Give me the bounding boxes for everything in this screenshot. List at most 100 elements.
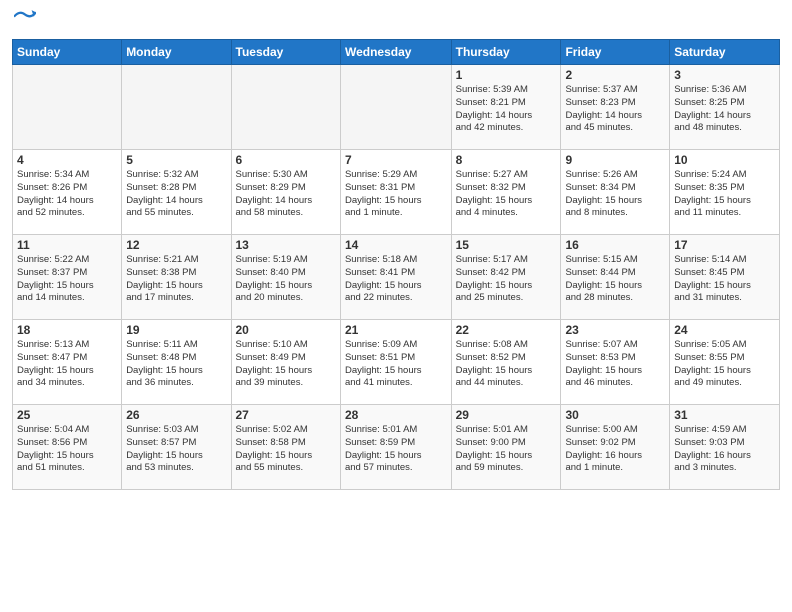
day-info: Sunrise: 5:18 AM Sunset: 8:41 PM Dayligh… bbox=[345, 254, 447, 305]
day-number: 29 bbox=[456, 408, 557, 422]
day-info: Sunrise: 5:14 AM Sunset: 8:45 PM Dayligh… bbox=[674, 254, 775, 305]
calendar-cell bbox=[231, 65, 340, 150]
day-number: 21 bbox=[345, 323, 447, 337]
day-number: 17 bbox=[674, 238, 775, 252]
day-info: Sunrise: 5:29 AM Sunset: 8:31 PM Dayligh… bbox=[345, 169, 447, 220]
calendar-cell: 19Sunrise: 5:11 AM Sunset: 8:48 PM Dayli… bbox=[122, 320, 231, 405]
calendar-week-2: 4 Sunrise: 5:34 AM Sunset: 8:26 PM Daylig… bbox=[13, 150, 780, 235]
calendar-cell: 26 Sunrise: 5:03 AM Sunset: 8:57 PM Dayli… bbox=[122, 405, 231, 490]
day-header-thursday: Thursday bbox=[451, 40, 561, 65]
calendar-table: SundayMondayTuesdayWednesdayThursdayFrid… bbox=[12, 39, 780, 490]
day-info: Sunrise: 5:10 AM Sunset: 8:49 PM Dayligh… bbox=[236, 339, 336, 390]
day-number: 15 bbox=[456, 238, 557, 252]
day-info: Sunrise: 5:34 AM Sunset: 8:26 PM Dayligh… bbox=[17, 169, 117, 220]
day-info: Sunrise: 5:27 AM Sunset: 8:32 PM Dayligh… bbox=[456, 169, 557, 220]
calendar-cell: 9 Sunrise: 5:26 AM Sunset: 8:34 PM Daylig… bbox=[561, 150, 670, 235]
day-info: Sunrise: 5:15 AM Sunset: 8:44 PM Dayligh… bbox=[565, 254, 665, 305]
day-number: 6 bbox=[236, 153, 336, 167]
day-info: Sunrise: 5:13 AM Sunset: 8:47 PM Dayligh… bbox=[17, 339, 117, 390]
calendar-cell: 31Sunrise: 4:59 AM Sunset: 9:03 PM Dayli… bbox=[670, 405, 780, 490]
day-number: 19 bbox=[126, 323, 226, 337]
day-number: 9 bbox=[565, 153, 665, 167]
calendar-cell: 16 Sunrise: 5:15 AM Sunset: 8:44 PM Dayli… bbox=[561, 235, 670, 320]
day-number: 24 bbox=[674, 323, 775, 337]
calendar-cell: 25Sunrise: 5:04 AM Sunset: 8:56 PM Dayli… bbox=[13, 405, 122, 490]
day-header-sunday: Sunday bbox=[13, 40, 122, 65]
day-number: 5 bbox=[126, 153, 226, 167]
calendar-header-row: SundayMondayTuesdayWednesdayThursdayFrid… bbox=[13, 40, 780, 65]
day-number: 25 bbox=[17, 408, 117, 422]
calendar-week-5: 25Sunrise: 5:04 AM Sunset: 8:56 PM Dayli… bbox=[13, 405, 780, 490]
day-number: 14 bbox=[345, 238, 447, 252]
day-number: 13 bbox=[236, 238, 336, 252]
day-info: Sunrise: 5:00 AM Sunset: 9:02 PM Dayligh… bbox=[565, 424, 665, 475]
day-info: Sunrise: 5:19 AM Sunset: 8:40 PM Dayligh… bbox=[236, 254, 336, 305]
calendar-cell: 12 Sunrise: 5:21 AM Sunset: 8:38 PM Dayli… bbox=[122, 235, 231, 320]
day-info: Sunrise: 5:05 AM Sunset: 8:55 PM Dayligh… bbox=[674, 339, 775, 390]
calendar-cell: 23 Sunrise: 5:07 AM Sunset: 8:53 PM Dayli… bbox=[561, 320, 670, 405]
calendar-cell: 2 Sunrise: 5:37 AM Sunset: 8:23 PM Daylig… bbox=[561, 65, 670, 150]
day-number: 27 bbox=[236, 408, 336, 422]
day-header-friday: Friday bbox=[561, 40, 670, 65]
day-header-tuesday: Tuesday bbox=[231, 40, 340, 65]
calendar-cell: 5 Sunrise: 5:32 AM Sunset: 8:28 PM Daylig… bbox=[122, 150, 231, 235]
calendar-cell: 15 Sunrise: 5:17 AM Sunset: 8:42 PM Dayli… bbox=[451, 235, 561, 320]
day-number: 18 bbox=[17, 323, 117, 337]
day-info: Sunrise: 5:03 AM Sunset: 8:57 PM Dayligh… bbox=[126, 424, 226, 475]
calendar-cell: 27 Sunrise: 5:02 AM Sunset: 8:58 PM Dayli… bbox=[231, 405, 340, 490]
calendar-cell: 13 Sunrise: 5:19 AM Sunset: 8:40 PM Dayli… bbox=[231, 235, 340, 320]
day-info: Sunrise: 5:07 AM Sunset: 8:53 PM Dayligh… bbox=[565, 339, 665, 390]
calendar-cell: 6 Sunrise: 5:30 AM Sunset: 8:29 PM Daylig… bbox=[231, 150, 340, 235]
day-info: Sunrise: 5:39 AM Sunset: 8:21 PM Dayligh… bbox=[456, 84, 557, 135]
day-info: Sunrise: 5:37 AM Sunset: 8:23 PM Dayligh… bbox=[565, 84, 665, 135]
day-number: 2 bbox=[565, 68, 665, 82]
day-info: Sunrise: 5:36 AM Sunset: 8:25 PM Dayligh… bbox=[674, 84, 775, 135]
calendar-cell: 20 Sunrise: 5:10 AM Sunset: 8:49 PM Dayli… bbox=[231, 320, 340, 405]
calendar-cell: 28 Sunrise: 5:01 AM Sunset: 8:59 PM Dayli… bbox=[340, 405, 451, 490]
day-header-monday: Monday bbox=[122, 40, 231, 65]
day-number: 20 bbox=[236, 323, 336, 337]
calendar-cell: 11Sunrise: 5:22 AM Sunset: 8:37 PM Dayli… bbox=[13, 235, 122, 320]
calendar-cell bbox=[340, 65, 451, 150]
calendar-cell: 24 Sunrise: 5:05 AM Sunset: 8:55 PM Dayli… bbox=[670, 320, 780, 405]
calendar-cell: 1Sunrise: 5:39 AM Sunset: 8:21 PM Daylig… bbox=[451, 65, 561, 150]
calendar-cell bbox=[122, 65, 231, 150]
calendar-cell: 29 Sunrise: 5:01 AM Sunset: 9:00 PM Dayli… bbox=[451, 405, 561, 490]
day-number: 7 bbox=[345, 153, 447, 167]
page-header bbox=[12, 10, 780, 33]
day-number: 26 bbox=[126, 408, 226, 422]
day-number: 4 bbox=[17, 153, 117, 167]
calendar-cell: 14 Sunrise: 5:18 AM Sunset: 8:41 PM Dayli… bbox=[340, 235, 451, 320]
day-info: Sunrise: 5:01 AM Sunset: 8:59 PM Dayligh… bbox=[345, 424, 447, 475]
calendar-cell: 10 Sunrise: 5:24 AM Sunset: 8:35 PM Dayli… bbox=[670, 150, 780, 235]
day-header-wednesday: Wednesday bbox=[340, 40, 451, 65]
calendar-cell: 17 Sunrise: 5:14 AM Sunset: 8:45 PM Dayli… bbox=[670, 235, 780, 320]
day-info: Sunrise: 5:26 AM Sunset: 8:34 PM Dayligh… bbox=[565, 169, 665, 220]
logo bbox=[12, 10, 36, 33]
day-header-saturday: Saturday bbox=[670, 40, 780, 65]
day-info: Sunrise: 5:21 AM Sunset: 8:38 PM Dayligh… bbox=[126, 254, 226, 305]
calendar-cell: 4 Sunrise: 5:34 AM Sunset: 8:26 PM Daylig… bbox=[13, 150, 122, 235]
calendar-week-1: 1Sunrise: 5:39 AM Sunset: 8:21 PM Daylig… bbox=[13, 65, 780, 150]
day-number: 22 bbox=[456, 323, 557, 337]
day-number: 8 bbox=[456, 153, 557, 167]
calendar-cell: 3Sunrise: 5:36 AM Sunset: 8:25 PM Daylig… bbox=[670, 65, 780, 150]
day-number: 30 bbox=[565, 408, 665, 422]
day-info: Sunrise: 5:32 AM Sunset: 8:28 PM Dayligh… bbox=[126, 169, 226, 220]
day-info: Sunrise: 5:08 AM Sunset: 8:52 PM Dayligh… bbox=[456, 339, 557, 390]
calendar-week-3: 11Sunrise: 5:22 AM Sunset: 8:37 PM Dayli… bbox=[13, 235, 780, 320]
day-info: Sunrise: 5:09 AM Sunset: 8:51 PM Dayligh… bbox=[345, 339, 447, 390]
day-number: 12 bbox=[126, 238, 226, 252]
day-number: 28 bbox=[345, 408, 447, 422]
day-info: Sunrise: 5:01 AM Sunset: 9:00 PM Dayligh… bbox=[456, 424, 557, 475]
day-number: 10 bbox=[674, 153, 775, 167]
day-number: 16 bbox=[565, 238, 665, 252]
day-number: 31 bbox=[674, 408, 775, 422]
calendar-week-4: 18 Sunrise: 5:13 AM Sunset: 8:47 PM Dayli… bbox=[13, 320, 780, 405]
day-info: Sunrise: 5:30 AM Sunset: 8:29 PM Dayligh… bbox=[236, 169, 336, 220]
day-info: Sunrise: 5:02 AM Sunset: 8:58 PM Dayligh… bbox=[236, 424, 336, 475]
day-number: 23 bbox=[565, 323, 665, 337]
day-info: Sunrise: 5:24 AM Sunset: 8:35 PM Dayligh… bbox=[674, 169, 775, 220]
calendar-cell: 21 Sunrise: 5:09 AM Sunset: 8:51 PM Dayli… bbox=[340, 320, 451, 405]
day-info: Sunrise: 5:17 AM Sunset: 8:42 PM Dayligh… bbox=[456, 254, 557, 305]
